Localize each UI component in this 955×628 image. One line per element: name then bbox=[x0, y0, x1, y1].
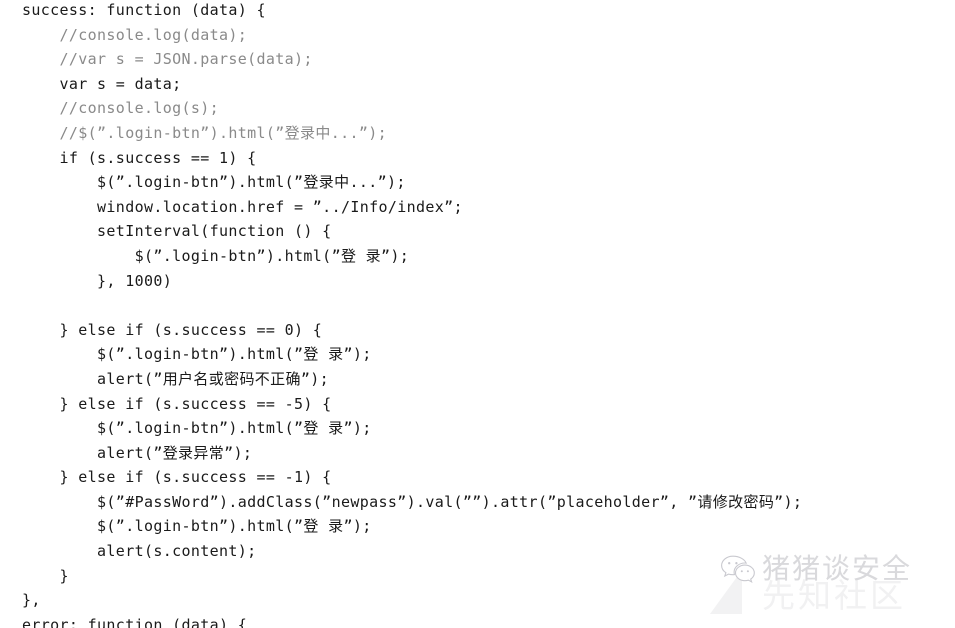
code-line: //console.log(data); bbox=[22, 25, 248, 44]
code-line: $(”.login-btn”).html(”登 录”); bbox=[22, 345, 372, 364]
code-line: var s = data; bbox=[22, 74, 182, 93]
code-line: }, 1000) bbox=[22, 271, 173, 290]
code-line: $(”.login-btn”).html(”登录中...”); bbox=[22, 173, 406, 192]
code-line: } bbox=[22, 566, 69, 585]
code-line: } else if (s.success == -1) { bbox=[22, 468, 332, 487]
code-line: setInterval(function () { bbox=[22, 222, 332, 241]
code-line: //$(”.login-btn”).html(”登录中...”); bbox=[22, 123, 387, 142]
code-line: alert(s.content); bbox=[22, 542, 257, 561]
code-line: window.location.href = ”../Info/index”; bbox=[22, 197, 463, 216]
code-line: alert(”用户名或密码不正确”); bbox=[22, 369, 330, 388]
code-line: error: function (data) { bbox=[22, 615, 248, 628]
code-line: $(”.login-btn”).html(”登 录”); bbox=[22, 246, 410, 265]
code-line: //var s = JSON.parse(data); bbox=[22, 50, 313, 69]
code-line: } else if (s.success == -5) { bbox=[22, 394, 332, 413]
code-line: //console.log(s); bbox=[22, 99, 219, 118]
screenshot-root: success: function (data) { //console.log… bbox=[0, 0, 955, 628]
code-block: success: function (data) { //console.log… bbox=[22, 0, 955, 628]
code-line: $(”.login-btn”).html(”登 录”); bbox=[22, 517, 372, 536]
code-line: success: function (data) { bbox=[22, 1, 266, 19]
code-line: $(”#PassWord”).addClass(”newpass”).val(”… bbox=[22, 492, 803, 511]
code-line: }, bbox=[22, 591, 41, 610]
code-line: alert(”登录异常”); bbox=[22, 443, 253, 462]
code-line: if (s.success == 1) { bbox=[22, 148, 257, 167]
code-line: $(”.login-btn”).html(”登 录”); bbox=[22, 419, 372, 438]
code-line: } else if (s.success == 0) { bbox=[22, 320, 323, 339]
